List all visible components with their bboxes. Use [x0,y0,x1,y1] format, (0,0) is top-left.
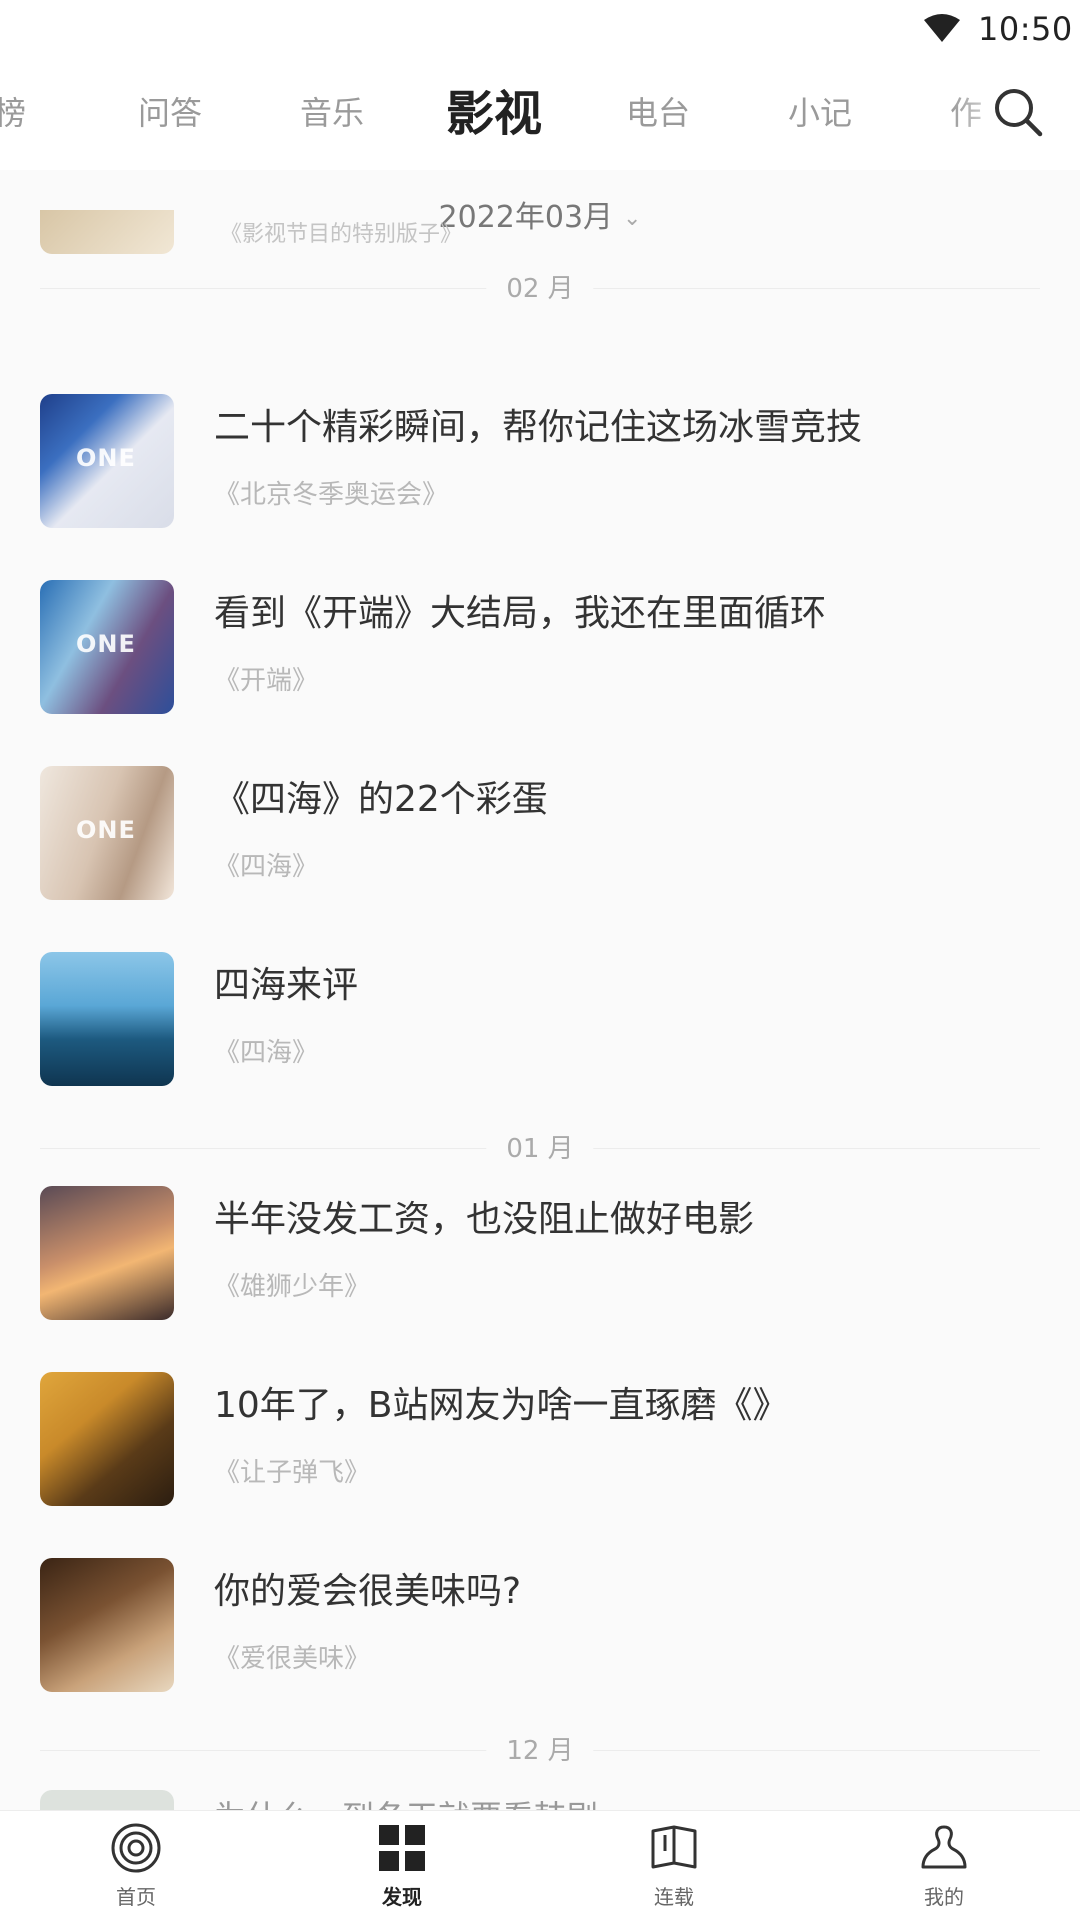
nav-label: 发现 [382,1885,422,1909]
tab-movies[interactable]: 影视 [446,74,542,144]
item-subtitle: 《让子弹飞》 [214,1458,371,1488]
item-title: 半年没发工资，也没阻止做好电影 [214,1199,755,1240]
month-picker-label: 2022年03月 [438,200,614,235]
item-thumbnail: ONE [40,766,174,900]
item-subtitle: 《四海》 [214,852,319,882]
nav-label: 我的 [924,1885,964,1909]
list-item[interactable]: ONE 二十个精彩瞬间，帮你记住这场冰雪竞技 《北京冬季奥运会》 [0,394,1080,544]
search-icon[interactable] [990,84,1046,140]
home-circle-icon [111,1823,161,1873]
list-item[interactable]: 10年了，B站网友为啥一直琢磨《》 《让子弹飞》 [0,1372,1080,1522]
item-thumbnail [40,1372,174,1506]
chevron-down-icon: ⌄ [623,206,642,231]
list-item[interactable]: 你的爱会很美味吗? 《爱很美味》 [0,1558,1080,1708]
tab-radio[interactable]: 电台 [626,88,690,134]
item-title: 10年了，B站网友为啥一直琢磨《》 [214,1385,789,1426]
nav-home[interactable]: 首页 [76,1821,196,1910]
item-title: 二十个精彩瞬间，帮你记住这场冰雪竞技 [214,407,863,448]
partial-thumbnail[interactable] [40,210,174,254]
wifi-icon [924,14,960,42]
tab-music[interactable]: 音乐 [300,88,364,134]
item-thumbnail: ONE [40,580,174,714]
nav-discover[interactable]: 发现 [342,1821,462,1910]
bottom-navigation: 首页 发现 连载 我的 [0,1810,1080,1920]
nav-label: 连载 [654,1885,694,1909]
book-icon [651,1825,697,1869]
item-subtitle: 《雄狮少年》 [214,1272,371,1302]
month-divider: 01 月 [40,1128,1040,1168]
item-subtitle: 《四海》 [214,1038,319,1068]
item-subtitle: 《爱很美味》 [214,1644,371,1674]
tab-ranking[interactable]: 榜 [0,88,26,134]
list-item[interactable]: ONE 《四海》的22个彩蛋 《四海》 [0,766,1080,916]
item-title: 《四海》的22个彩蛋 [214,779,548,820]
item-thumbnail [40,1558,174,1692]
item-thumbnail [40,952,174,1086]
item-thumbnail: ONE [40,394,174,528]
one-watermark: ONE [76,630,136,658]
nav-label: 首页 [116,1885,156,1909]
nav-serial[interactable]: 连载 [614,1821,734,1910]
item-subtitle: 《开端》 [214,666,319,696]
profile-icon [921,1825,967,1869]
item-subtitle: 《北京冬季奥运会》 [214,480,449,510]
one-watermark: ONE [76,816,136,844]
nav-profile[interactable]: 我的 [884,1821,1004,1910]
month-divider-label: 12 月 [486,1730,594,1767]
partial-item-title: 为什么一到冬天就要看韩剧 [214,1792,598,1810]
partial-item-subtitle: 《影视节目的特别版子》 [220,222,463,247]
tab-qa[interactable]: 问答 [138,88,202,134]
item-title: 你的爱会很美味吗? [214,1571,522,1612]
list-item[interactable]: ONE 看到《开端》大结局，我还在里面循环 《开端》 [0,580,1080,730]
tab-notes[interactable]: 小记 [788,88,852,134]
one-watermark: ONE [76,444,136,472]
month-divider-label: 02 月 [486,268,594,305]
partial-thumbnail[interactable] [40,1790,174,1810]
item-title: 四海来评 [214,965,359,1006]
item-title: 看到《开端》大结局，我还在里面循环 [214,593,827,634]
item-thumbnail [40,1186,174,1320]
list-item[interactable]: 半年没发工资，也没阻止做好电影 《雄狮少年》 [0,1186,1080,1336]
clock: 10:50 [978,10,1073,48]
month-divider: 02 月 [40,268,1040,308]
month-divider: 12 月 [40,1730,1040,1770]
article-list: 2022年03月 ⌄ 《影视节目的特别版子》 02 月 ONE 二十个精彩瞬间，帮… [0,170,1080,1810]
discover-grid-icon [379,1825,425,1871]
month-divider-label: 01 月 [486,1128,594,1165]
category-tabs: 榜 问答 音乐 影视 电台 小记 作 [0,60,1080,170]
list-item[interactable]: 四海来评 《四海》 [0,952,1080,1102]
status-bar: 10:50 [0,0,1080,60]
